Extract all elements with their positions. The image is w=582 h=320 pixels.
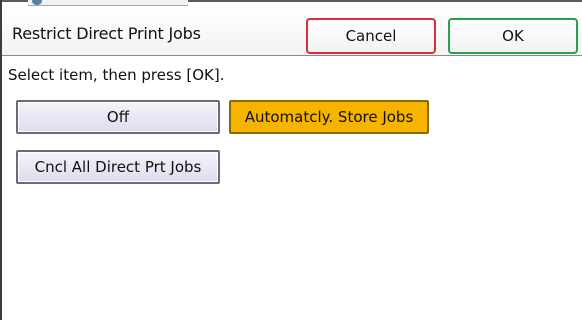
empty-panel-area (2, 186, 582, 320)
option-auto-store-jobs-button[interactable]: Automatcly. Store Jobs (229, 100, 429, 134)
ok-button[interactable]: OK (448, 18, 578, 54)
dialog-header: Restrict Direct Print Jobs Cancel OK (2, 6, 582, 56)
dialog-window: Restrict Direct Print Jobs Cancel OK Sel… (0, 0, 582, 320)
instruction-text: Select item, then press [OK]. (8, 66, 225, 84)
app-icon (32, 0, 42, 5)
option-off-button[interactable]: Off (16, 100, 220, 134)
option-cancel-all-direct-print-jobs-button[interactable]: Cncl All Direct Prt Jobs (16, 150, 220, 184)
page-title: Restrict Direct Print Jobs (12, 24, 201, 43)
cancel-button[interactable]: Cancel (306, 18, 436, 54)
